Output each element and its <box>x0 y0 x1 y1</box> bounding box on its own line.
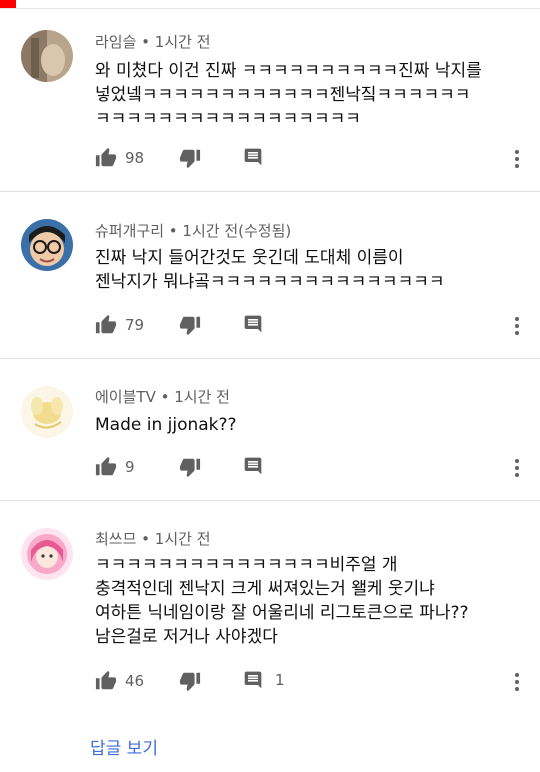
comment-author[interactable]: 최쓰므 <box>95 530 136 548</box>
comment-time: 1시간 전 <box>174 388 230 406</box>
comment-text: Made in jjonak?? <box>95 415 237 435</box>
comment-time: 1시간 전 <box>154 33 211 51</box>
more-options-button[interactable] <box>507 456 527 484</box>
comment-meta: 에이블TV • 1시간 전 <box>95 388 230 406</box>
view-replies-link[interactable]: 답글 보기 <box>90 734 158 759</box>
reply-button[interactable] <box>243 456 275 476</box>
thumbs-up-icon <box>95 314 117 334</box>
avatar[interactable] <box>21 386 73 438</box>
comment-icon <box>244 457 262 475</box>
comment-meta: 최쓰므 • 1시간 전 <box>95 530 211 548</box>
thumbs-down-icon <box>179 458 201 478</box>
more-options-button[interactable] <box>507 147 527 175</box>
comment-meta: 라임슬 • 1시간 전 <box>95 33 211 51</box>
dislike-button[interactable] <box>179 147 201 173</box>
dislike-button[interactable] <box>179 456 201 482</box>
reply-button[interactable]: 1 <box>243 670 285 690</box>
more-vert-icon <box>515 673 519 691</box>
like-button[interactable]: 9 <box>95 456 135 478</box>
comment-icon <box>244 315 262 333</box>
thumbs-down-icon <box>179 316 201 336</box>
comment-time: 1시간 전 <box>154 530 211 548</box>
like-button[interactable]: 46 <box>95 670 144 692</box>
like-count: 46 <box>125 672 145 690</box>
comment-actions: 98 <box>95 147 535 171</box>
comment-author[interactable]: 슈퍼개구리 <box>95 222 164 240</box>
comment-time: 1시간 전(수정됨) <box>182 222 292 240</box>
comment-actions: 46 1 <box>95 670 535 694</box>
reply-count: 1 <box>275 671 285 689</box>
thumbs-down-icon <box>179 672 201 692</box>
comment-text: 와 미쳤다 이건 진짜 ㅋㅋㅋㅋㅋㅋㅋㅋㅋㅋ진짜 낙지를 넣었넼ㅋㅋㅋㅋㅋㅋㅋㅋ… <box>95 61 482 129</box>
dislike-button[interactable] <box>179 314 201 340</box>
like-count: 79 <box>125 316 145 334</box>
dislike-button[interactable] <box>179 670 201 696</box>
avatar[interactable] <box>21 30 73 82</box>
like-button[interactable]: 79 <box>95 314 144 336</box>
reply-button[interactable] <box>243 147 275 167</box>
more-vert-icon <box>515 317 519 335</box>
comment-icon <box>244 671 262 689</box>
divider <box>0 191 540 192</box>
comment-author[interactable]: 라임슬 <box>95 33 136 51</box>
thumbs-down-icon <box>179 149 201 169</box>
comment-text: ㅋㅋㅋㅋㅋㅋㅋㅋㅋㅋㅋㅋㅋㅋㅋ비주얼 개 충격적인데 젠낙지 크게 써져있는거 … <box>95 555 469 647</box>
thumbs-up-icon <box>95 456 117 476</box>
reply-button[interactable] <box>243 314 275 334</box>
top-strip <box>0 0 540 9</box>
like-button[interactable]: 98 <box>95 147 144 169</box>
divider <box>0 358 540 359</box>
like-count: 98 <box>125 149 145 167</box>
more-vert-icon <box>515 150 519 168</box>
avatar[interactable] <box>21 219 73 271</box>
comment-icon <box>244 148 262 166</box>
red-marker <box>0 0 16 8</box>
more-vert-icon <box>515 459 519 477</box>
avatar[interactable] <box>21 528 73 580</box>
more-options-button[interactable] <box>507 314 527 342</box>
comment-author[interactable]: 에이블TV <box>95 388 156 406</box>
comment-meta: 슈퍼개구리 • 1시간 전(수정됨) <box>95 222 292 240</box>
like-count: 9 <box>125 458 135 476</box>
more-options-button[interactable] <box>507 670 527 698</box>
comment-actions: 79 <box>95 314 535 338</box>
thumbs-up-icon <box>95 147 117 167</box>
thumbs-up-icon <box>95 670 117 690</box>
divider <box>0 500 540 501</box>
comment-actions: 9 <box>95 456 535 480</box>
comment-text: 진짜 낙지 들어간것도 웃긴데 도대체 이름이 젠낙지가 뭐냐곸ㅋㅋㅋㅋㅋㅋㅋㅋ… <box>95 248 445 292</box>
